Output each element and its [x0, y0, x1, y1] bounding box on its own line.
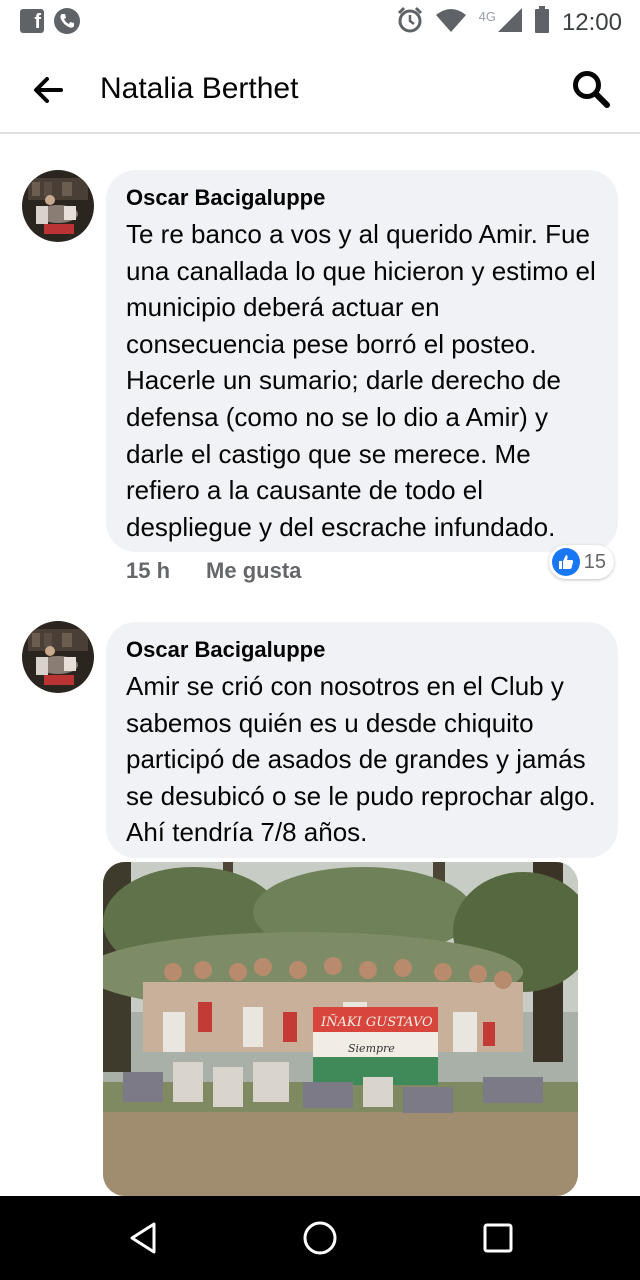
avatar[interactable]: [22, 170, 94, 242]
comment-author[interactable]: Oscar Bacigaluppe: [126, 636, 598, 664]
comment-bubble: Oscar Bacigaluppe Te re banco a vos y al…: [106, 170, 618, 552]
comment-time[interactable]: 15 h: [126, 558, 170, 584]
back-triangle-icon[interactable]: [124, 1218, 164, 1258]
comment-bubble: Oscar Bacigaluppe Amir se crió con nosot…: [106, 622, 618, 858]
search-icon[interactable]: [570, 68, 612, 110]
banner-text: IÑAKI GUSTAVO: [320, 1014, 433, 1030]
home-circle-icon[interactable]: [300, 1218, 340, 1258]
network-type: 4G: [478, 9, 496, 24]
battery-icon: [534, 6, 550, 39]
comment-text: Te re banco a vos y al querido Amir. Fue…: [126, 219, 596, 542]
app-bar: Natalia Berthet: [0, 44, 640, 134]
status-time: 12:00: [561, 8, 622, 36]
comment-meta: 15 h Me gusta: [126, 558, 301, 584]
page-title: Natalia Berthet: [100, 72, 299, 105]
phone-icon: [54, 8, 80, 34]
arrow-left-icon[interactable]: [28, 70, 68, 110]
wifi-icon: [435, 7, 467, 38]
signal-icon: [497, 8, 522, 37]
comment-text: Amir se crió con nosotros en el Club y s…: [126, 671, 596, 848]
facebook-icon: f: [20, 9, 44, 33]
alarm-icon: [397, 6, 423, 39]
banner-subtext: Siempre: [348, 1042, 395, 1055]
recents-square-icon[interactable]: [478, 1218, 518, 1258]
reaction-count: 15: [583, 550, 606, 573]
status-bar: f 4G 12:00: [0, 0, 640, 44]
comment-photo[interactable]: IÑAKI GUSTAVO Siempre: [103, 862, 578, 1196]
like-button[interactable]: Me gusta: [206, 558, 301, 584]
reaction-badge[interactable]: 15: [548, 545, 614, 579]
like-icon: [551, 548, 580, 576]
comment-author[interactable]: Oscar Bacigaluppe: [126, 184, 598, 212]
avatar[interactable]: [22, 621, 94, 693]
system-nav-bar: [0, 1196, 640, 1280]
